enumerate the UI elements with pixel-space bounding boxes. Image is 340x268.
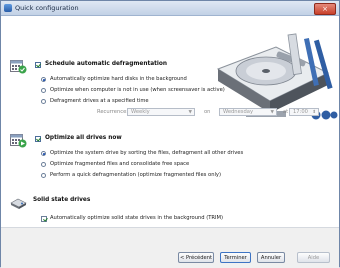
cancel-button[interactable]: Annuler	[257, 252, 285, 263]
time-input[interactable]: 17:00 ⬍	[289, 108, 319, 116]
day-value: Wednesday	[223, 109, 254, 115]
help-button[interactable]: Aide	[297, 252, 330, 263]
schedule-checkbox[interactable]	[35, 62, 41, 68]
optimize-drives-icon	[10, 134, 27, 148]
ssd-drive-icon	[10, 198, 27, 209]
recurrence-value: Weekly	[131, 109, 150, 115]
button-bar: < Précédent Terminer Annuler Aide	[1, 227, 339, 268]
previous-button[interactable]: < Précédent	[178, 252, 214, 263]
window-title: Quick configuration	[15, 4, 79, 12]
radio-quick-defrag[interactable]	[41, 173, 46, 178]
radio-sort-system-drive[interactable]	[41, 151, 46, 156]
optimize-section-title: Optimize all drives now	[45, 135, 122, 141]
option-label: Optimize the system drive by sorting the…	[50, 150, 244, 156]
radio-auto-background[interactable]	[41, 77, 46, 82]
calendar-schedule-icon	[10, 60, 27, 74]
chevron-down-icon: ▼	[188, 110, 192, 115]
option-label: Automatically optimize hard disks in the…	[50, 76, 187, 82]
content-area: Schedule automatic defragmentation Autom…	[1, 16, 339, 227]
optimize-checkbox[interactable]	[35, 136, 41, 142]
day-select[interactable]: Wednesday ▼	[219, 108, 277, 116]
spinner-icon: ⬍	[312, 110, 316, 115]
title-bar: Quick configuration ×	[1, 1, 339, 16]
recurrence-select[interactable]: Weekly ▼	[127, 108, 195, 116]
app-icon	[4, 4, 12, 12]
option-label: Defragment drives at a specified time	[50, 98, 149, 104]
option-label: Optimize fragmented files and consolidat…	[50, 161, 190, 167]
close-button[interactable]: ×	[314, 3, 336, 15]
trim-checkbox[interactable]	[41, 216, 47, 222]
quick-configuration-window: Quick configuration × Schedule automatic…	[0, 0, 340, 268]
finish-button[interactable]: Terminer	[220, 252, 251, 263]
option-label: Perform a quick defragmentation (optimiz…	[50, 172, 222, 178]
chevron-down-icon: ▼	[270, 110, 274, 115]
time-value: 17:00	[293, 109, 308, 115]
ssd-section-title: Solid state drives	[33, 197, 91, 203]
at-label: at	[283, 109, 289, 115]
option-label: Automatically optimize solid state drive…	[50, 215, 224, 221]
recurrence-label: Recurrence:	[97, 109, 129, 115]
radio-specified-time[interactable]	[41, 99, 46, 104]
radio-consolidate[interactable]	[41, 162, 46, 167]
on-label: on	[204, 109, 211, 115]
schedule-section-title: Schedule automatic defragmentation	[45, 61, 168, 67]
radio-screensaver[interactable]	[41, 88, 46, 93]
option-label: Optimize when computer is not in use (wh…	[50, 87, 225, 93]
